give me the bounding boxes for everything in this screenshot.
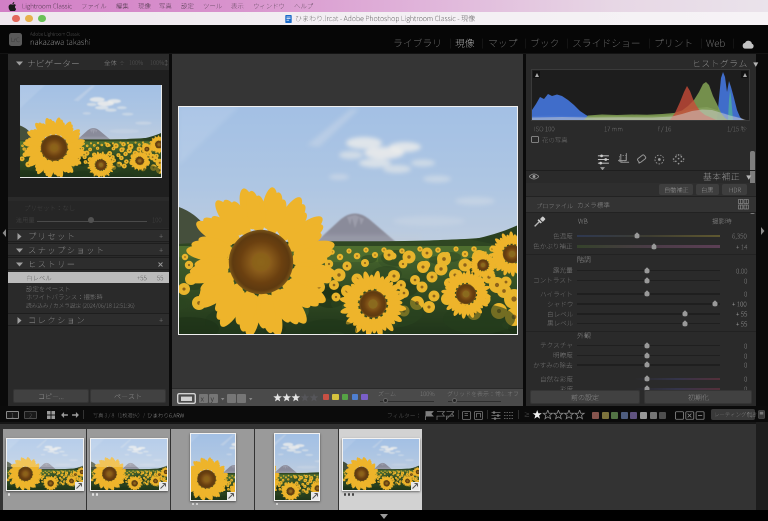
svg-text:x: x bbox=[201, 396, 205, 403]
svg-text:y: y bbox=[211, 396, 215, 403]
